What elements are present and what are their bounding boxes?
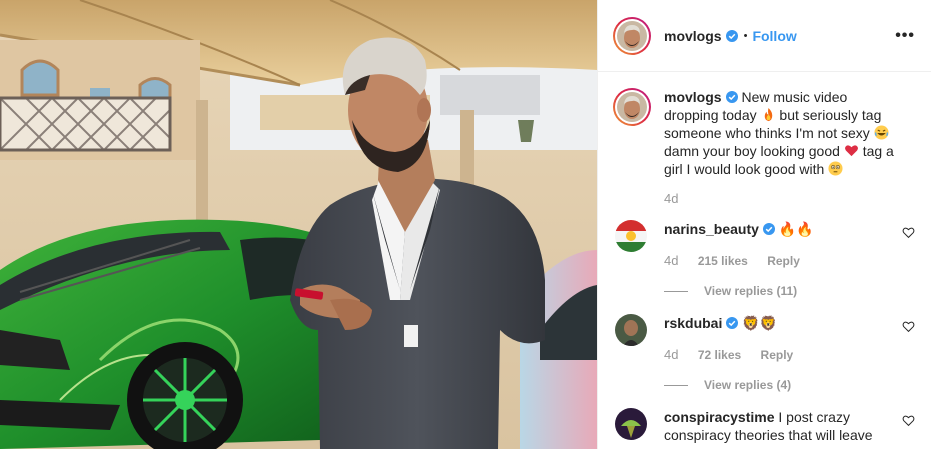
like-heart-icon[interactable] bbox=[902, 226, 915, 239]
more-options-icon[interactable]: ••• bbox=[895, 27, 915, 45]
comment-text: 🔥🔥 bbox=[778, 221, 814, 237]
avatar-image bbox=[617, 92, 647, 122]
view-replies-button[interactable]: View replies (11) bbox=[664, 282, 892, 300]
caption-text: movlogs New music video dropping today b… bbox=[664, 88, 904, 178]
separator-dot: • bbox=[743, 29, 748, 42]
post-side-panel: movlogs • Follow ••• movlogs New music v… bbox=[597, 0, 931, 449]
author-avatar[interactable] bbox=[613, 16, 651, 55]
comment-item: narins_beauty 🔥🔥 4d 215 likes Reply View… bbox=[613, 220, 915, 300]
comments-feed[interactable]: movlogs New music video dropping today b… bbox=[598, 72, 931, 444]
comment-likes[interactable]: 72 likes bbox=[698, 348, 741, 362]
follow-button[interactable]: Follow bbox=[752, 28, 796, 44]
comment-username[interactable]: conspiracystime bbox=[664, 409, 775, 425]
instagram-post: movlogs • Follow ••• movlogs New music v… bbox=[0, 0, 931, 449]
like-heart-icon[interactable] bbox=[902, 320, 915, 333]
comment-username[interactable]: narins_beauty bbox=[664, 221, 759, 237]
comment-meta: 4d 215 likes Reply bbox=[664, 252, 892, 270]
comment-likes[interactable]: 215 likes bbox=[698, 254, 748, 268]
red-heart-emoji-icon bbox=[844, 145, 858, 157]
commenter-avatar[interactable] bbox=[615, 314, 647, 346]
like-heart-icon[interactable] bbox=[902, 414, 915, 427]
caption-username[interactable]: movlogs bbox=[664, 89, 722, 105]
verified-badge-icon bbox=[762, 223, 775, 235]
comment-body: rskdubai 🦁🦁 4d 72 likes Reply View repli… bbox=[664, 314, 892, 394]
caption-part-3: damn your boy looking good bbox=[664, 143, 840, 159]
avatar-image bbox=[617, 20, 647, 51]
verified-badge-icon bbox=[725, 29, 738, 42]
caption-timestamp[interactable]: 4d bbox=[664, 191, 915, 206]
replies-divider bbox=[664, 290, 688, 292]
comment-item: conspiracystime I post crazy conspiracy … bbox=[613, 408, 915, 444]
comment-body: conspiracystime I post crazy conspiracy … bbox=[664, 408, 892, 444]
caption-avatar[interactable] bbox=[613, 88, 651, 126]
post-image bbox=[0, 0, 597, 449]
avatar-image bbox=[615, 408, 647, 440]
comment-body: narins_beauty 🔥🔥 4d 215 likes Reply View… bbox=[664, 220, 892, 300]
avatar-image bbox=[615, 314, 647, 346]
view-replies-label: View replies (11) bbox=[704, 284, 798, 298]
view-replies-button[interactable]: View replies (4) bbox=[664, 376, 892, 394]
laughing-emoji-icon bbox=[874, 125, 889, 140]
reply-button[interactable]: Reply bbox=[761, 348, 794, 362]
comment-item: rskdubai 🦁🦁 4d 72 likes Reply View repli… bbox=[613, 314, 915, 394]
post-photo[interactable] bbox=[0, 0, 597, 449]
replies-divider bbox=[664, 384, 688, 386]
commenter-avatar[interactable] bbox=[615, 220, 647, 252]
author-username[interactable]: movlogs bbox=[664, 28, 722, 44]
avatar-image bbox=[615, 220, 647, 252]
verified-badge-icon bbox=[726, 317, 739, 329]
comment-text: 🦁🦁 bbox=[742, 315, 778, 331]
post-caption: movlogs New music video dropping today b… bbox=[613, 88, 915, 178]
verified-badge-icon bbox=[725, 91, 738, 103]
commenter-avatar[interactable] bbox=[615, 408, 647, 440]
comment-timestamp[interactable]: 4d bbox=[664, 253, 678, 268]
fire-emoji-icon bbox=[764, 107, 772, 122]
reply-button[interactable]: Reply bbox=[767, 254, 800, 268]
post-header: movlogs • Follow ••• bbox=[598, 0, 931, 72]
view-replies-label: View replies (4) bbox=[704, 378, 792, 392]
comment-meta: 4d 72 likes Reply bbox=[664, 346, 892, 364]
comment-username[interactable]: rskdubai bbox=[664, 315, 722, 331]
flushed-emoji-icon bbox=[828, 161, 843, 176]
comment-timestamp[interactable]: 4d bbox=[664, 347, 678, 362]
